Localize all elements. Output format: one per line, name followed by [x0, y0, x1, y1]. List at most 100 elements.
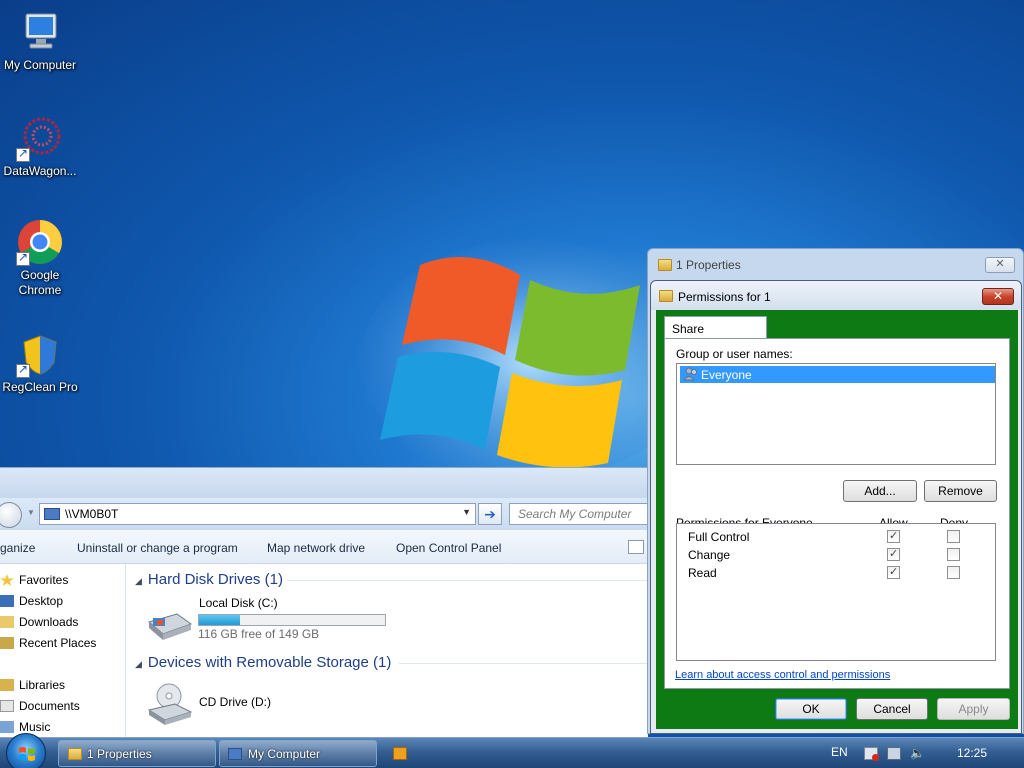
shortcut-arrow-icon [16, 362, 30, 378]
disk-usage-bar [198, 614, 386, 626]
chevron-down-icon[interactable]: ▼ [462, 507, 471, 517]
permission-row-read: Read [688, 565, 988, 581]
permission-name: Full Control [688, 530, 750, 544]
language-indicator[interactable]: EN [831, 745, 848, 759]
datawagon-icon [16, 114, 64, 162]
deny-checkbox[interactable] [947, 530, 960, 543]
permission-name: Change [688, 548, 731, 562]
access-control-help-link[interactable]: Learn about access control and permissio… [675, 669, 890, 681]
nav-item-libraries[interactable]: Libraries [0, 678, 65, 692]
address-bar[interactable]: \\VM0B0T ▼ [39, 503, 476, 525]
folder-icon [659, 290, 673, 302]
taskbar-button-label: 1 Properties [87, 747, 152, 761]
volume-icon[interactable]: 🔈 [910, 747, 925, 760]
back-button[interactable] [0, 502, 22, 528]
group-header-removable[interactable]: ◢ Devices with Removable Storage (1) [135, 654, 391, 671]
remove-button[interactable]: Remove [924, 480, 997, 502]
permissions-titlebar[interactable]: Permissions for 1 ✕ [651, 281, 1021, 310]
properties-close-button[interactable]: ✕ [985, 257, 1015, 273]
search-input[interactable]: Search My Computer [509, 503, 648, 525]
user-name: Everyone [701, 368, 752, 382]
group-divider [399, 663, 647, 664]
list-item-everyone[interactable]: Everyone [680, 366, 995, 383]
desktop-icon-label: RegClean Pro [2, 380, 78, 394]
desktop-icon-label: My Computer [3, 58, 77, 72]
map-network-drive-button[interactable]: Map network drive [267, 541, 365, 555]
desktop-icon-datawagon[interactable]: DataWagon... [0, 114, 80, 179]
recent-places-icon [0, 637, 14, 649]
folder-icon [658, 259, 672, 271]
allow-checkbox[interactable] [887, 547, 900, 561]
shortcut-arrow-icon [16, 250, 30, 266]
allow-checkbox[interactable] [887, 565, 900, 579]
cancel-button[interactable]: Cancel [856, 698, 928, 720]
group-header-hard-disks[interactable]: ◢ Hard Disk Drives (1) [135, 571, 283, 588]
cd-drive-icon [147, 683, 193, 725]
taskbar-button-my-computer[interactable]: My Computer [219, 740, 377, 767]
nav-item-downloads[interactable]: Downloads [0, 615, 78, 629]
desktop-icon-google-chrome[interactable]: Google Chrome [0, 218, 80, 298]
permissions-close-button[interactable]: ✕ [982, 288, 1014, 305]
add-button[interactable]: Add... [843, 480, 917, 502]
permission-row-full-control: Full Control [688, 529, 988, 545]
desktop-icon-regclean-pro[interactable]: RegClean Pro [0, 330, 80, 395]
permission-name: Read [688, 566, 717, 580]
open-control-panel-button[interactable]: Open Control Panel [396, 541, 501, 555]
desktop-icon-label: Google Chrome [18, 268, 62, 297]
computer-icon [44, 508, 60, 520]
deny-checkbox[interactable] [947, 548, 960, 561]
search-placeholder: Search My Computer [518, 507, 632, 521]
nav-item-documents[interactable]: Documents [0, 699, 80, 713]
group-divider [287, 580, 647, 581]
computer-icon [228, 748, 242, 760]
tab-share-permissions[interactable]: Share Permissions [664, 316, 767, 350]
network-icon[interactable] [887, 747, 901, 760]
explorer-window: ▼ \\VM0B0T ▼ ➔ Search My Computer ganize… [0, 467, 648, 738]
desktop-icon-my-computer[interactable]: My Computer [0, 8, 80, 73]
history-dropdown-icon[interactable]: ▼ [27, 508, 35, 517]
organize-button[interactable]: ganize [0, 541, 35, 555]
clock[interactable]: 12:25 [957, 746, 987, 760]
users-group-icon [683, 367, 697, 381]
taskbar-button-label: My Computer [248, 747, 321, 761]
group-or-user-names-label: Group or user names: [676, 347, 793, 361]
view-options-icon[interactable] [628, 540, 644, 554]
command-bar: ganize Uninstall or change a program Map… [0, 530, 648, 564]
ok-button[interactable]: OK [775, 698, 847, 720]
deny-checkbox[interactable] [947, 566, 960, 579]
permission-row-change: Change [688, 547, 988, 563]
apply-button[interactable]: Apply [937, 698, 1010, 720]
collapse-triangle-icon: ◢ [135, 576, 142, 586]
nav-item-music[interactable]: Music [0, 720, 50, 734]
libraries-icon [0, 679, 14, 691]
allow-checkbox[interactable] [887, 529, 900, 543]
navigation-pane: Favorites Desktop Downloads Recent Place… [0, 564, 126, 738]
windows-logo-wallpaper [360, 240, 670, 475]
permissions-dialog-title: Permissions for 1 [678, 290, 771, 304]
downloads-icon [0, 616, 14, 628]
hard-drive-icon [147, 613, 193, 640]
action-center-flag-icon[interactable] [864, 747, 879, 761]
desktop-icon-label: DataWagon... [3, 164, 77, 178]
permissions-dialog: Permissions for 1 ✕ Share Permissions Gr… [650, 280, 1022, 734]
disk-usage-fill [199, 615, 240, 625]
media-player-icon[interactable] [393, 747, 407, 760]
address-text: \\VM0B0T [65, 507, 119, 521]
music-icon [0, 721, 14, 733]
nav-item-favorites[interactable]: Favorites [0, 573, 68, 587]
uninstall-program-button[interactable]: Uninstall or change a program [77, 541, 238, 555]
content-pane: ◢ Hard Disk Drives (1) Local Disk (C:) 11… [127, 564, 648, 738]
regclean-icon [16, 330, 64, 378]
start-button[interactable] [6, 733, 46, 768]
documents-icon [0, 700, 14, 712]
nav-item-desktop[interactable]: Desktop [0, 594, 63, 608]
explorer-titlebar[interactable] [0, 468, 648, 498]
taskbar-button-properties[interactable]: 1 Properties [58, 740, 216, 767]
nav-item-recent-places[interactable]: Recent Places [0, 636, 96, 650]
star-icon [0, 574, 14, 586]
local-disk-name[interactable]: Local Disk (C:) [199, 596, 278, 610]
go-arrow-button[interactable]: ➔ [478, 503, 502, 525]
cd-drive-name[interactable]: CD Drive (D:) [199, 695, 271, 709]
users-listbox[interactable]: Everyone [676, 363, 996, 465]
local-disk-free-space: 116 GB free of 149 GB [198, 627, 320, 641]
